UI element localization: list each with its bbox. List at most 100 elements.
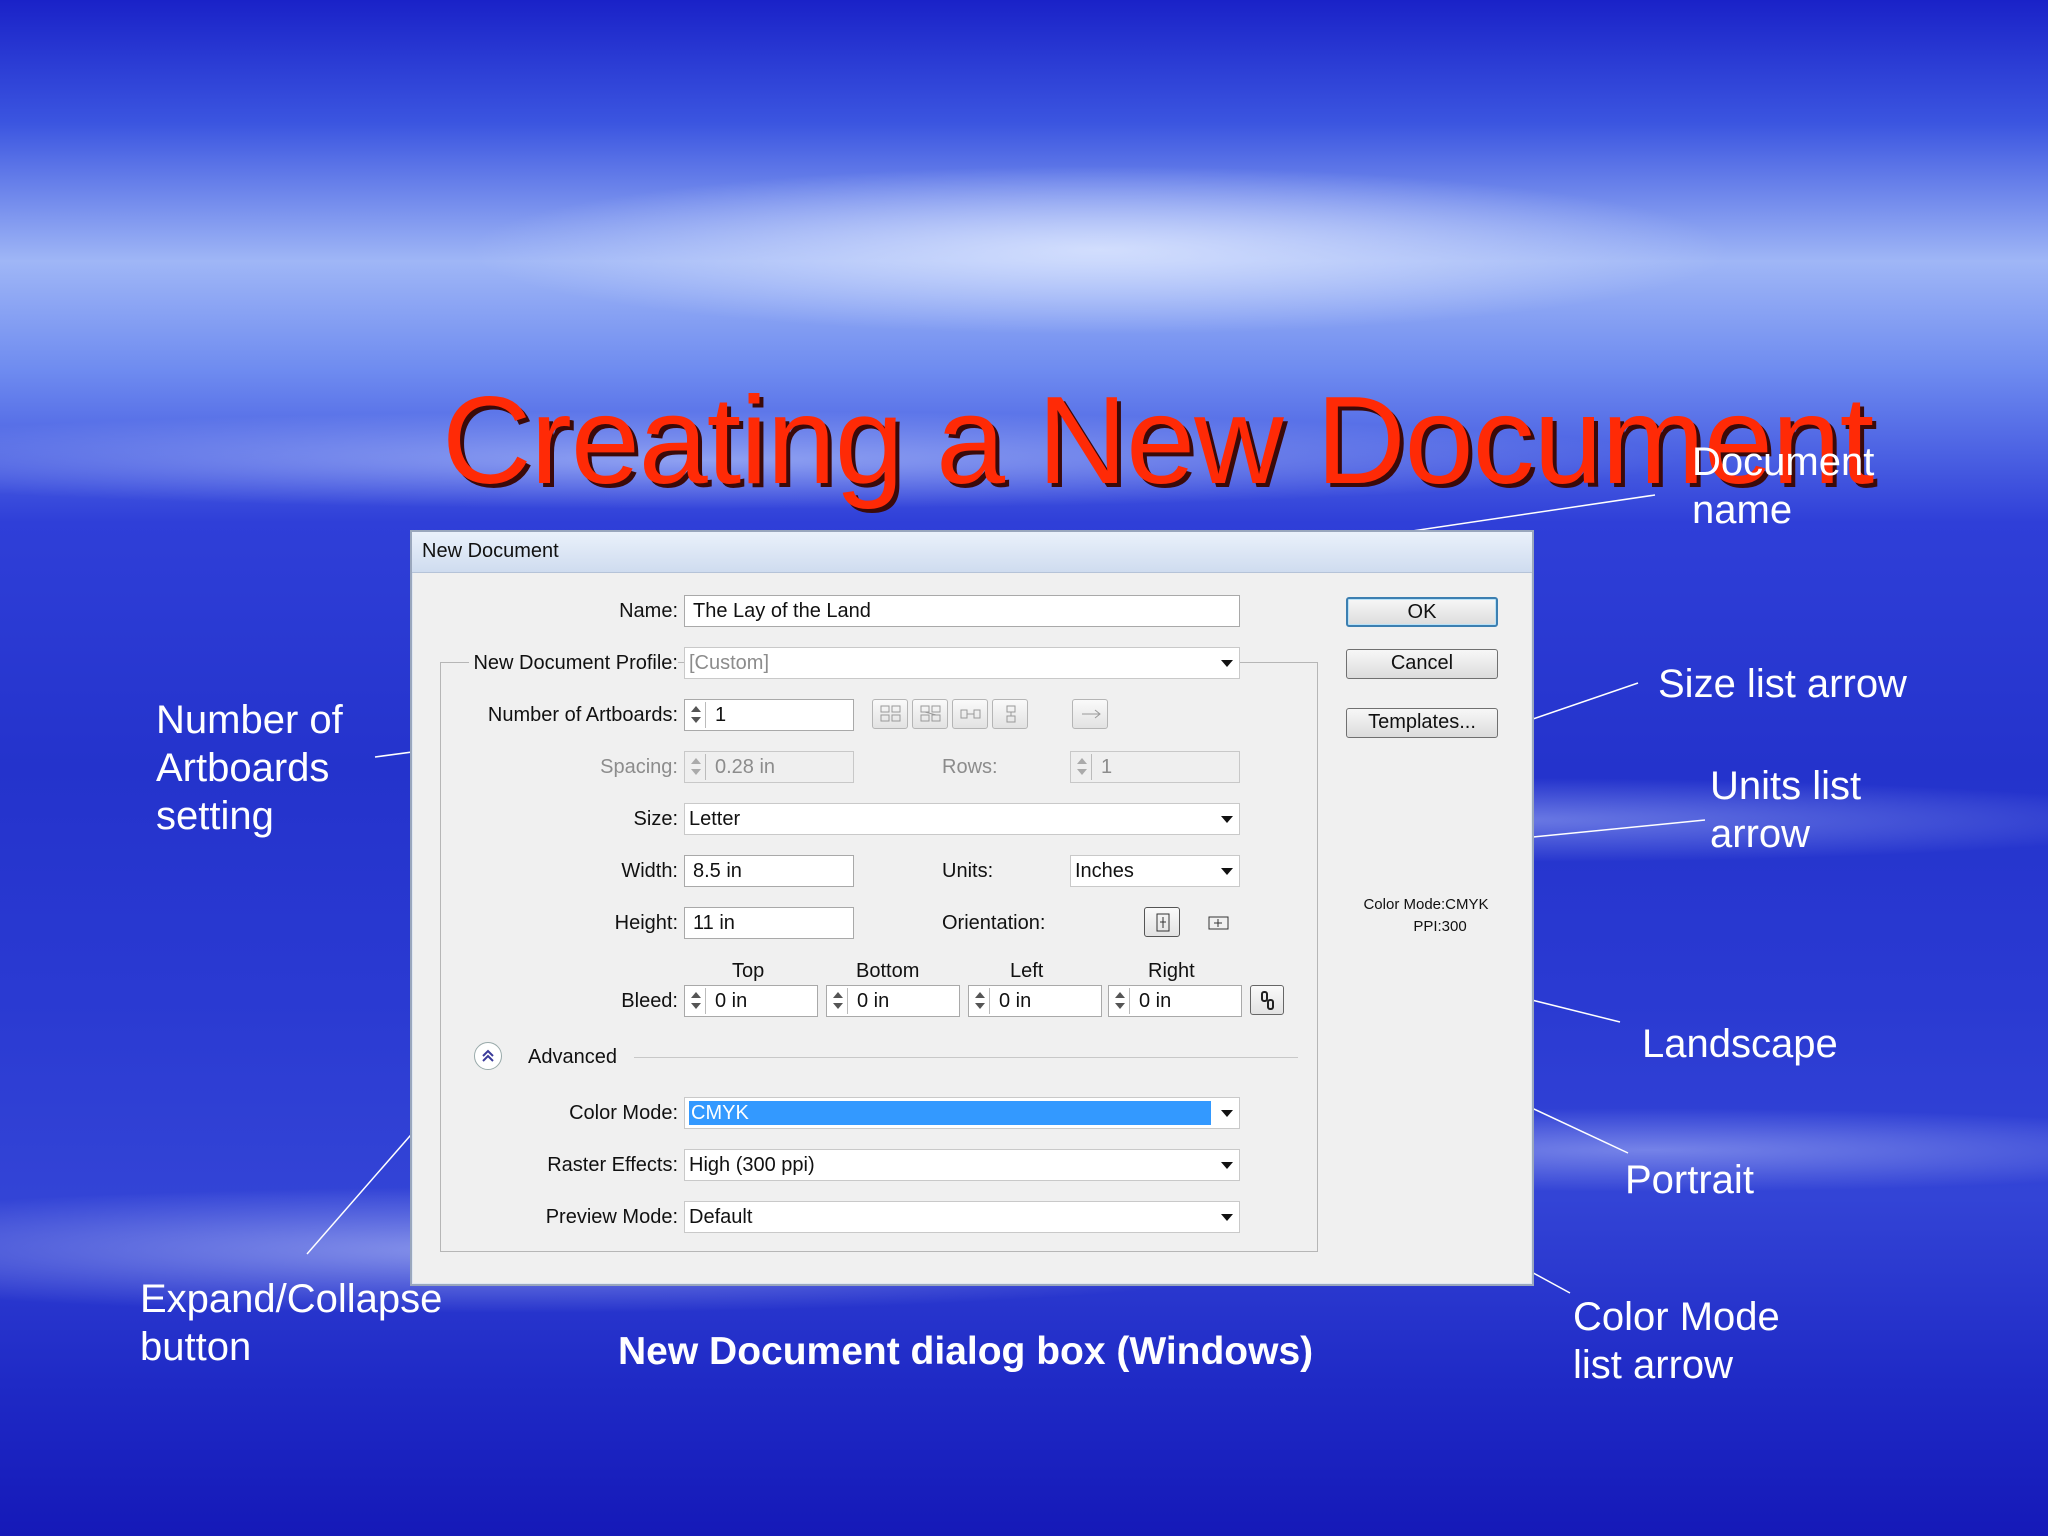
- landscape-button[interactable]: [1200, 907, 1236, 937]
- portrait-icon: [1156, 913, 1170, 932]
- profile-select[interactable]: [Custom]: [684, 647, 1240, 679]
- callout-size-list-arrow: Size list arrow: [1658, 662, 1907, 706]
- bleed-left-spinner-icon[interactable]: [971, 988, 990, 1014]
- bleed-bottom-spinner-icon[interactable]: [829, 988, 848, 1014]
- grid-by-column-icon: [920, 705, 941, 722]
- callout-text: name: [1692, 488, 1793, 532]
- callout-portrait: Portrait: [1625, 1158, 1754, 1202]
- artboards-spinner-icon[interactable]: [687, 702, 706, 728]
- bleed-bottom-input[interactable]: 0 in: [826, 985, 960, 1017]
- templates-button[interactable]: Templates...: [1346, 708, 1498, 738]
- document-info: Color Mode:CMYK PPI:300: [1346, 894, 1506, 938]
- grid-by-row-button[interactable]: [872, 699, 908, 729]
- callout-document-name: Document name: [1692, 438, 1874, 534]
- units-select[interactable]: Inches: [1070, 855, 1240, 887]
- link-bleed-button[interactable]: [1250, 985, 1284, 1015]
- raster-effects-dropdown-arrow-icon[interactable]: [1221, 1162, 1233, 1169]
- callout-text: Document: [1692, 440, 1875, 484]
- slide-title: Creating a New Document: [442, 372, 1874, 510]
- rows-spinner-icon[interactable]: [1073, 754, 1092, 780]
- bleed-bottom-value: 0 in: [857, 990, 890, 1012]
- width-label: Width:: [621, 860, 678, 882]
- arrange-by-column-button[interactable]: [992, 699, 1028, 729]
- rows-label: Rows:: [942, 756, 998, 778]
- name-input[interactable]: The Lay of the Land: [684, 595, 1240, 627]
- color-mode-value: CMYK: [689, 1101, 1211, 1125]
- bleed-top-spinner-icon[interactable]: [687, 988, 706, 1014]
- profile-dropdown-arrow-icon[interactable]: [1221, 660, 1233, 667]
- bleed-top-value: 0 in: [715, 990, 748, 1012]
- spacing-input[interactable]: 0.28 in: [684, 751, 854, 783]
- info-color-mode: Color Mode:CMYK: [1363, 896, 1489, 913]
- size-value: Letter: [689, 808, 741, 830]
- callout-text: list arrow: [1573, 1343, 1734, 1387]
- advanced-label: Advanced: [528, 1046, 617, 1068]
- callout-expand-collapse: Expand/Collapse button: [140, 1275, 442, 1371]
- bleed-left-header: Left: [1010, 960, 1044, 982]
- dialog-title: New Document: [422, 540, 559, 562]
- callout-text: setting: [156, 794, 274, 838]
- bleed-label: Bleed:: [621, 990, 678, 1012]
- right-to-left-icon: [1082, 709, 1101, 719]
- artboards-value: 1: [715, 704, 727, 726]
- preview-mode-value: Default: [689, 1206, 753, 1228]
- dialog-titlebar[interactable]: New Document: [412, 532, 1532, 573]
- size-select[interactable]: Letter: [684, 803, 1240, 835]
- portrait-button[interactable]: [1144, 907, 1180, 937]
- size-dropdown-arrow-icon[interactable]: [1221, 816, 1233, 823]
- callout-text: Expand/Collapse: [140, 1277, 443, 1321]
- bleed-left-input[interactable]: 0 in: [968, 985, 1102, 1017]
- landscape-icon: [1208, 916, 1229, 930]
- callout-text: Artboards: [156, 746, 330, 790]
- bleed-top-header: Top: [732, 960, 765, 982]
- new-document-dialog: New Document Name: The Lay of the Land N…: [410, 530, 1534, 1286]
- ok-button[interactable]: OK: [1346, 597, 1498, 627]
- bleed-right-spinner-icon[interactable]: [1111, 988, 1130, 1014]
- rows-value: 1: [1101, 756, 1113, 778]
- link-bleed-icon: [1261, 991, 1274, 1010]
- advanced-divider: [634, 1057, 1298, 1058]
- info-ppi: PPI:300: [1413, 918, 1467, 935]
- profile-label: New Document Profile:: [469, 652, 678, 675]
- units-value: Inches: [1075, 860, 1134, 882]
- size-label: Size:: [633, 808, 678, 830]
- preview-mode-select[interactable]: Default: [684, 1201, 1240, 1233]
- bleed-right-input[interactable]: 0 in: [1108, 985, 1242, 1017]
- arrange-by-column-icon: [1006, 705, 1016, 723]
- grid-by-column-button[interactable]: [912, 699, 948, 729]
- artboards-label: Number of Artboards:: [487, 704, 678, 726]
- spacing-label: Spacing:: [600, 756, 678, 778]
- callout-units-list-arrow: Units list arrow: [1710, 762, 1861, 858]
- spacing-spinner-icon[interactable]: [687, 754, 706, 780]
- expand-collapse-button[interactable]: [474, 1042, 502, 1070]
- arrange-by-row-icon: [960, 709, 981, 719]
- units-dropdown-arrow-icon[interactable]: [1221, 868, 1233, 875]
- bleed-right-value: 0 in: [1139, 990, 1172, 1012]
- callout-text: button: [140, 1325, 252, 1369]
- callout-text: Number of: [156, 698, 343, 742]
- callout-text: Color Mode: [1573, 1295, 1780, 1339]
- artboards-input[interactable]: 1: [684, 699, 854, 731]
- profile-value: [Custom]: [689, 652, 770, 674]
- cancel-button[interactable]: Cancel: [1346, 649, 1498, 679]
- width-input[interactable]: 8.5 in: [684, 855, 854, 887]
- color-mode-label: Color Mode:: [569, 1102, 678, 1124]
- callout-text: arrow: [1710, 812, 1811, 856]
- rows-input[interactable]: 1: [1070, 751, 1240, 783]
- right-to-left-button[interactable]: [1072, 699, 1108, 729]
- callout-color-mode-arrow: Color Mode list arrow: [1573, 1293, 1780, 1389]
- bleed-left-value: 0 in: [999, 990, 1032, 1012]
- spacing-value: 0.28 in: [715, 756, 776, 778]
- preview-mode-label: Preview Mode:: [545, 1206, 678, 1228]
- bleed-top-input[interactable]: 0 in: [684, 985, 818, 1017]
- arrange-by-row-button[interactable]: [952, 699, 988, 729]
- height-label: Height:: [614, 912, 678, 934]
- color-mode-select[interactable]: CMYK: [684, 1097, 1240, 1129]
- preview-mode-dropdown-arrow-icon[interactable]: [1221, 1214, 1233, 1221]
- callout-number-of-artboards: Number of Artboards setting: [156, 696, 343, 840]
- color-mode-dropdown-arrow-icon[interactable]: [1221, 1110, 1233, 1117]
- units-label: Units:: [942, 860, 994, 882]
- raster-effects-select[interactable]: High (300 ppi): [684, 1149, 1240, 1181]
- height-input[interactable]: 11 in: [684, 907, 854, 939]
- slide-caption: New Document dialog box (Windows): [618, 1330, 1314, 1373]
